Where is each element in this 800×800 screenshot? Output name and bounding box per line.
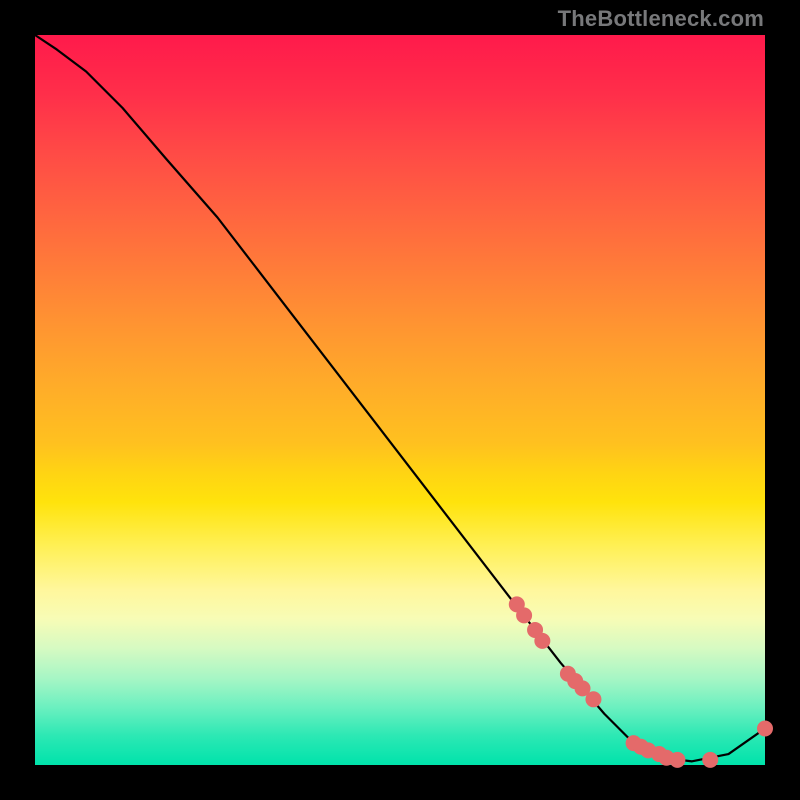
data-marker — [702, 752, 718, 768]
data-marker — [516, 607, 532, 623]
curve-path — [35, 35, 765, 761]
data-marker — [585, 691, 601, 707]
marker-group — [509, 596, 773, 767]
data-marker — [669, 752, 685, 768]
chart-stage: TheBottleneck.com — [0, 0, 800, 800]
chart-svg — [35, 35, 765, 765]
data-marker — [757, 721, 773, 737]
data-marker — [534, 633, 550, 649]
watermark-text: TheBottleneck.com — [558, 6, 764, 32]
plot-area — [35, 35, 765, 765]
